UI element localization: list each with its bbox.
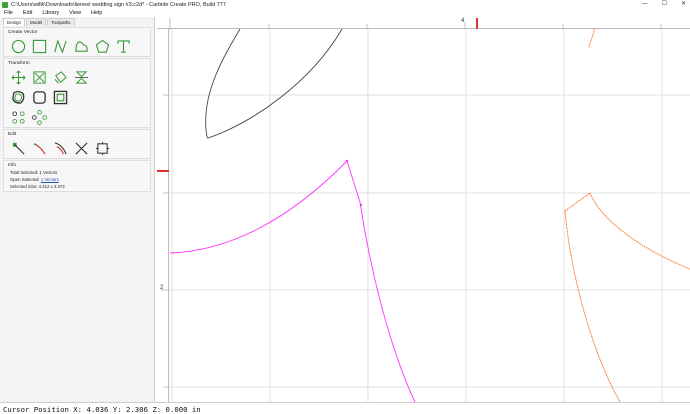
window-title: C:\Users\willk\Downloads\lieneel wedding… (11, 1, 226, 8)
offset-icon (11, 90, 24, 104)
cut-icon (74, 141, 88, 155)
fillet-tool-button[interactable] (31, 89, 47, 105)
status-bar: Cursor Position X: 4.036 Y: 2.306 Z: 0.0… (0, 402, 690, 414)
cut-tool-button[interactable] (73, 140, 89, 156)
canvas-grid (170, 29, 690, 402)
trim-icon (33, 142, 46, 154)
menu-edit[interactable]: Edit (23, 10, 32, 16)
ruler-label-2: 2 (160, 285, 164, 291)
tab-toolpaths[interactable]: Toolpaths (47, 18, 75, 26)
scale-tool-button[interactable] (31, 69, 47, 85)
mirror-tool-button[interactable] (73, 69, 89, 85)
vertical-ruler[interactable]: 2 (157, 29, 169, 402)
window-controls: — ☐ ✕ (642, 0, 686, 9)
left-panel: Design Model Toolpaths Create Vector Tra… (0, 17, 155, 402)
array-icon (11, 110, 25, 124)
curve-tool-button[interactable] (73, 38, 89, 54)
canvas-drawing (170, 29, 690, 402)
text-tool-button[interactable] (115, 38, 131, 54)
vertical-ruler-ticks (157, 94, 169, 388)
open-selected-link[interactable]: 1 Vectors (41, 177, 59, 182)
horizontal-ruler[interactable]: 4 (157, 17, 690, 30)
circle-tool-button[interactable] (10, 38, 26, 54)
selected-size-value: 4.412 x 3.472 (38, 184, 65, 189)
create-vector-section: Create Vector (3, 27, 151, 57)
scale-icon (32, 70, 46, 84)
ruler-label-4: 4 (461, 18, 465, 24)
rotate-tool-button[interactable] (52, 69, 68, 85)
maximize-button[interactable]: ☐ (662, 0, 667, 9)
node-edit-tool-button[interactable] (10, 140, 26, 156)
toolpath-curve[interactable] (564, 192, 690, 270)
menu-file[interactable]: File (4, 10, 13, 16)
close-button[interactable]: ✕ (681, 0, 686, 9)
edit-section: Edit (3, 129, 151, 159)
info-title: Info (8, 163, 17, 168)
create-vector-title: Create Vector (8, 30, 38, 35)
mirror-icon (74, 70, 88, 84)
total-selected-row: Total Selected: 1 Vectors (4, 169, 150, 176)
edit-title: Edit (8, 132, 17, 137)
menu-bar: File Edit Library View Help (0, 9, 690, 17)
transform-section: Transform (3, 58, 151, 128)
rotate-icon (54, 70, 67, 83)
rectangle-icon (32, 39, 46, 53)
minimize-button[interactable]: — (642, 0, 648, 9)
menu-view[interactable]: View (69, 10, 81, 16)
text-icon (116, 39, 130, 53)
curve-icon (74, 40, 88, 52)
move-arrows-icon (11, 70, 25, 84)
black-vector-curve[interactable] (205, 29, 343, 139)
cursor-y-marker (157, 170, 169, 172)
node-edit-icon (12, 142, 25, 155)
array-tool-button[interactable] (10, 109, 26, 125)
selected-size-row: Selected Size: 4.412 x 3.472 (4, 183, 150, 191)
menu-help[interactable]: Help (91, 10, 102, 16)
pentagon-icon (95, 39, 109, 53)
tab-design[interactable]: Design (3, 18, 26, 26)
bounding-box-icon (95, 141, 109, 155)
open-selected-label: Open Selected: (10, 177, 40, 182)
polygon-tool-button[interactable] (94, 38, 110, 54)
menu-library[interactable]: Library (42, 10, 59, 16)
circle-icon (11, 39, 25, 53)
title-bar: C:\Users\willk\Downloads\lieneel wedding… (0, 0, 690, 9)
circular-array-tool-button[interactable] (31, 109, 47, 125)
cursor-position: Cursor Position X: 4.036 Y: 2.306 Z: 0.0… (3, 405, 201, 414)
total-selected-value: 1 Vectors (39, 170, 58, 175)
polyline-tool-button[interactable] (52, 38, 68, 54)
selected-node[interactable] (345, 159, 349, 163)
inset-icon (53, 90, 67, 104)
info-section: Info Total Selected: 1 Vectors Open Sele… (3, 160, 151, 192)
selected-node[interactable] (359, 203, 363, 207)
selected-size-label: Selected Size: (10, 184, 38, 189)
circular-array-icon (31, 109, 47, 125)
tab-model[interactable]: Model (26, 18, 47, 26)
fillet-icon (32, 90, 46, 104)
toolpath-curve[interactable] (588, 29, 595, 48)
inset-tool-button[interactable] (52, 89, 68, 105)
panel-tabs: Design Model Toolpaths (0, 17, 154, 26)
toolpath-curve[interactable] (564, 210, 621, 402)
offset-tool-button[interactable] (10, 89, 26, 105)
move-tool-button[interactable] (10, 69, 26, 85)
design-canvas[interactable] (170, 29, 690, 402)
open-selected-row: Open Selected: 1 Vectors (4, 176, 150, 183)
bounding-box-tool-button[interactable] (94, 140, 110, 156)
rectangle-tool-button[interactable] (31, 38, 47, 54)
app-icon (2, 1, 8, 8)
total-selected-label: Total Selected: (10, 170, 39, 175)
polyline-icon (53, 38, 67, 54)
join-icon (54, 141, 67, 154)
transform-title: Transform (8, 61, 30, 66)
trim-tool-button[interactable] (31, 140, 47, 156)
selected-vector-curve[interactable] (170, 160, 416, 402)
join-tool-button[interactable] (52, 140, 68, 156)
